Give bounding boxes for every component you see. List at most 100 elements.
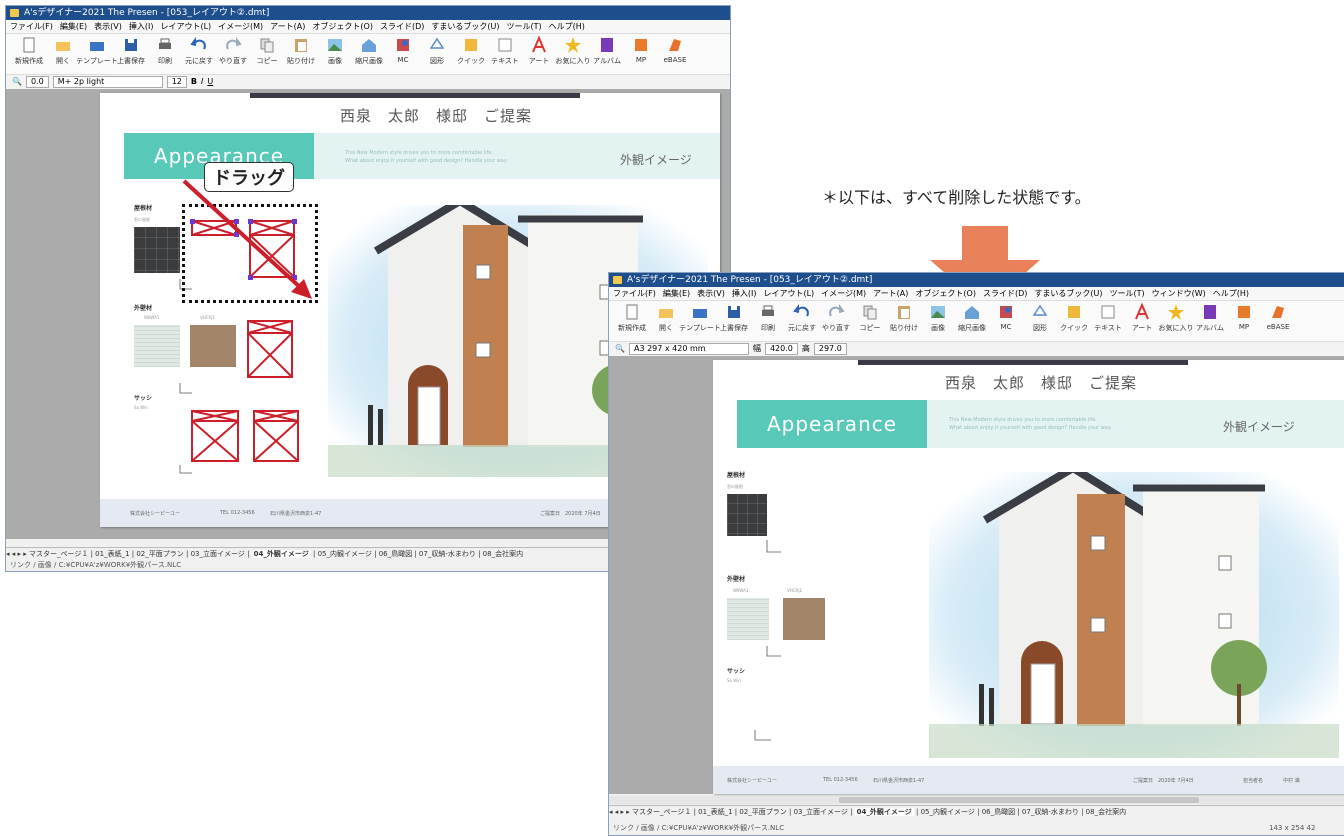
menu-object[interactable]: オブジェクト(O) — [915, 287, 976, 300]
menu-tools[interactable]: ツール(T) — [1109, 287, 1144, 300]
mc-button[interactable]: MC — [991, 303, 1021, 331]
menu-art[interactable]: アート(A) — [873, 287, 908, 300]
font-size-select[interactable]: 12 — [166, 76, 187, 88]
quick-button[interactable]: クイック — [1059, 303, 1089, 333]
album-button[interactable]: アルバム — [592, 36, 622, 66]
menu-edit[interactable]: 編集(E) — [663, 287, 690, 300]
horizontal-scrollbar[interactable] — [609, 796, 1344, 804]
tab-interior[interactable]: 05_内観イメージ — [318, 550, 372, 558]
menu-view[interactable]: 表示(V) — [697, 287, 725, 300]
zoom-icon[interactable]: 🔍 — [12, 75, 22, 89]
undo-button[interactable]: 元に戻す — [184, 36, 214, 66]
scaled-image-button[interactable]: 縮尺画像 — [957, 303, 987, 333]
redo-button[interactable]: やり直す — [218, 36, 248, 66]
tab-elevation[interactable]: 03_立面イメージ — [191, 550, 245, 558]
quick-button[interactable]: クイック — [456, 36, 486, 66]
tab-master[interactable]: マスター_ページ１ — [632, 808, 691, 816]
copy-button[interactable]: コピー — [252, 36, 282, 66]
template-button[interactable]: テンプレート — [679, 303, 721, 333]
album-button[interactable]: アルバム — [1195, 303, 1225, 333]
mc-button[interactable]: MC — [388, 36, 418, 64]
text-button[interactable]: テキスト — [1093, 303, 1123, 333]
undo-button[interactable]: 元に戻す — [787, 303, 817, 333]
open-button[interactable]: 開く — [48, 36, 78, 66]
tab-birdseye[interactable]: 06_鳥瞰図 — [982, 808, 1015, 816]
menu-window[interactable]: ウィンドウ(W) — [1152, 287, 1206, 300]
menu-help[interactable]: ヘルプ(H) — [1213, 287, 1249, 300]
mp-button[interactable]: MP — [1229, 303, 1259, 331]
save-button[interactable]: 上書保存 — [719, 303, 749, 333]
menu-file[interactable]: ファイル(F) — [10, 20, 53, 33]
tab-floor-plan[interactable]: 02_平面プラン — [739, 808, 786, 816]
paste-button[interactable]: 貼り付け — [889, 303, 919, 333]
menu-file[interactable]: ファイル(F) — [613, 287, 656, 300]
scaled-image-button[interactable]: 縮尺画像 — [354, 36, 384, 66]
scrollbar-thumb[interactable] — [839, 797, 1199, 803]
tab-elevation[interactable]: 03_立面イメージ — [794, 808, 848, 816]
tab-nav-arrows[interactable]: ◂ ◂ ▸ ▸ — [609, 808, 630, 816]
print-button[interactable]: 印刷 — [753, 303, 783, 333]
height-field[interactable]: 297.0 — [813, 343, 847, 355]
tab-storage[interactable]: 07_収納-水まわり — [1022, 808, 1079, 816]
tab-cover[interactable]: 01_表紙_1 — [698, 808, 732, 816]
tab-birdseye[interactable]: 06_鳥瞰図 — [379, 550, 412, 558]
font-select[interactable]: M+ 2p light — [52, 76, 163, 88]
tab-exterior[interactable]: 04_外観イメージ — [854, 808, 914, 816]
tab-company[interactable]: 08_会社案内 — [1086, 808, 1126, 816]
menu-object[interactable]: オブジェクト(O) — [312, 20, 373, 33]
menu-insert[interactable]: 挿入(I) — [732, 287, 757, 300]
art-button[interactable]: アート — [524, 36, 554, 66]
menu-smilebook[interactable]: すまいるブック(U) — [431, 20, 499, 33]
window-title: A'sデザイナー2021 The Presen - [053_レイアウト②.dm… — [627, 275, 873, 285]
tab-storage[interactable]: 07_収納-水まわり — [419, 550, 476, 558]
favorites-button[interactable]: お気に入り — [556, 36, 591, 66]
shape-button[interactable]: 図形 — [1025, 303, 1055, 333]
menu-insert[interactable]: 挿入(I) — [129, 20, 154, 33]
menu-help[interactable]: ヘルプ(H) — [549, 20, 585, 33]
underline-button[interactable]: U — [207, 75, 213, 89]
menu-slide[interactable]: スライド(D) — [983, 287, 1027, 300]
menu-view[interactable]: 表示(V) — [94, 20, 122, 33]
italic-button[interactable]: I — [201, 75, 203, 89]
bold-button[interactable]: B — [191, 75, 197, 89]
paste-button[interactable]: 貼り付け — [286, 36, 316, 66]
menu-layout[interactable]: レイアウト(L) — [160, 20, 211, 33]
mp-button[interactable]: MP — [626, 36, 656, 64]
shape-icon — [1032, 304, 1048, 316]
menu-image[interactable]: イメージ(M) — [821, 287, 866, 300]
zoom-field[interactable]: 0.0 — [25, 76, 49, 88]
text-button[interactable]: テキスト — [490, 36, 520, 66]
copy-button[interactable]: コピー — [855, 303, 885, 333]
paper-size-select[interactable]: A3 297 x 420 mm — [628, 343, 749, 355]
save-button[interactable]: 上書保存 — [116, 36, 146, 66]
ebase-button[interactable]: eBASE — [1263, 303, 1293, 331]
image-button[interactable]: 画像 — [320, 36, 350, 66]
menu-tools[interactable]: ツール(T) — [506, 20, 541, 33]
width-field[interactable]: 420.0 — [764, 343, 798, 355]
menu-smilebook[interactable]: すまいるブック(U) — [1034, 287, 1102, 300]
art-button[interactable]: アート — [1127, 303, 1157, 333]
tab-master[interactable]: マスター_ページ１ — [29, 550, 88, 558]
tab-interior[interactable]: 05_内観イメージ — [921, 808, 975, 816]
menu-slide[interactable]: スライド(D) — [380, 20, 424, 33]
menu-art[interactable]: アート(A) — [270, 20, 305, 33]
menu-edit[interactable]: 編集(E) — [60, 20, 87, 33]
shape-button[interactable]: 図形 — [422, 36, 452, 66]
new-button[interactable]: 新規作成 — [14, 36, 44, 66]
zoom-icon[interactable]: 🔍 — [615, 342, 625, 356]
template-button[interactable]: テンプレート — [76, 36, 118, 66]
redo-button[interactable]: やり直す — [821, 303, 851, 333]
tab-cover[interactable]: 01_表紙_1 — [95, 550, 129, 558]
tab-exterior[interactable]: 04_外観イメージ — [251, 550, 311, 558]
image-button[interactable]: 画像 — [923, 303, 953, 333]
print-button[interactable]: 印刷 — [150, 36, 180, 66]
menu-image[interactable]: イメージ(M) — [218, 20, 263, 33]
open-button[interactable]: 開く — [651, 303, 681, 333]
tab-floor-plan[interactable]: 02_平面プラン — [136, 550, 183, 558]
new-button[interactable]: 新規作成 — [617, 303, 647, 333]
favorites-button[interactable]: お気に入り — [1159, 303, 1194, 333]
tab-company[interactable]: 08_会社案内 — [483, 550, 523, 558]
tab-nav-arrows[interactable]: ◂ ◂ ▸ ▸ — [6, 550, 27, 558]
menu-layout[interactable]: レイアウト(L) — [763, 287, 814, 300]
ebase-button[interactable]: eBASE — [660, 36, 690, 64]
